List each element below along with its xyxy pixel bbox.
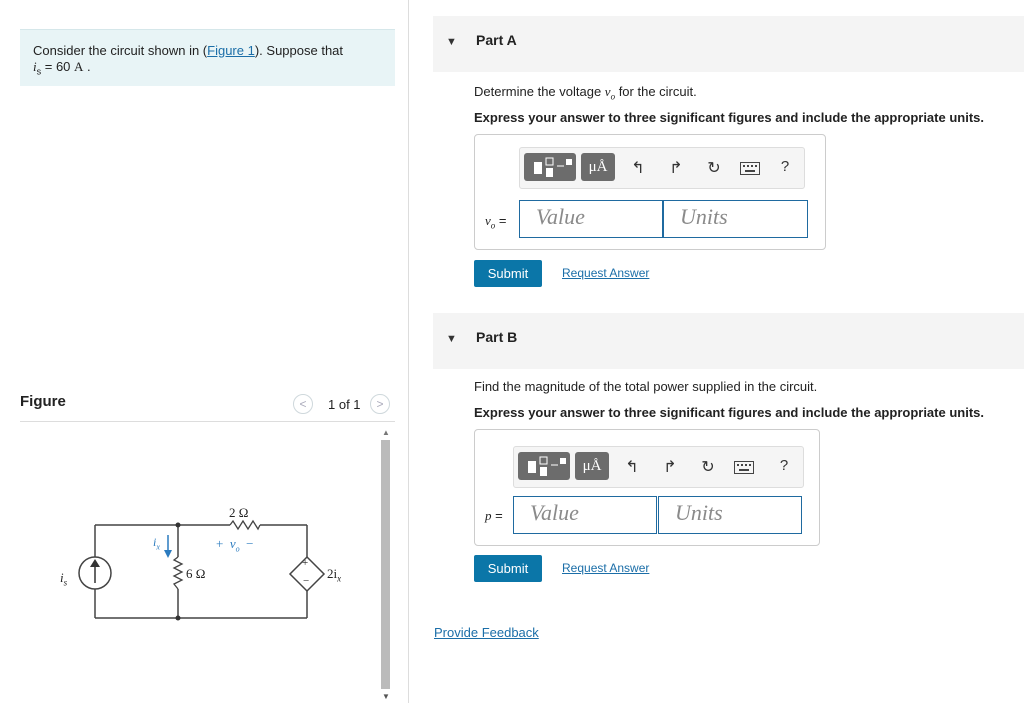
part-b-value-input[interactable]: Value [513,496,657,534]
undo-icon[interactable]: ↰ [622,457,642,477]
prev-figure-button[interactable]: < [293,394,313,414]
part-a-submit-button[interactable]: Submit [474,260,542,287]
r-top-label: 2 Ω [229,505,249,520]
part-a-title: Part A [476,32,517,48]
source-label: is [60,570,68,588]
dep-plus-label: + [302,557,309,569]
part-a-answer-box: μÅ ↰ ↱ ↻ ? vo = Value Units [474,134,826,250]
template-icon[interactable] [524,153,576,181]
part-b-title: Part B [476,329,518,345]
undo-icon[interactable]: ↰ [628,158,648,178]
scroll-up-icon[interactable]: ▲ [382,428,390,437]
ix-arrow-icon [164,535,172,558]
scroll-down-icon[interactable]: ▼ [382,692,390,701]
mu-angstrom-icon[interactable]: μÅ [581,153,615,181]
chevron-right-icon: > [376,397,384,411]
part-b-toolbar: μÅ ↰ ↱ ↻ ? [513,446,804,488]
expand-triangle-icon: ▼ [446,333,457,345]
problem-statement: Consider the circuit shown in (Figure 1)… [20,29,395,86]
part-a-request-answer-link[interactable]: Request Answer [562,266,649,280]
reset-icon[interactable]: ↻ [704,158,724,178]
part-b-var-label: p = [485,508,503,523]
part-b-submit-button[interactable]: Submit [474,555,542,582]
dep-minus-label: − [303,575,310,587]
resistor-6ohm [172,556,184,590]
dep-source-label: 2ix [327,566,342,584]
problem-text: Consider the circuit shown in (Figure 1)… [33,43,344,58]
part-b-units-input[interactable]: Units [658,496,802,534]
part-a-var-label: vo = [485,213,507,231]
template-icon[interactable] [518,452,570,480]
part-b-instruction: Express your answer to three significant… [474,405,984,420]
scrollbar-thumb[interactable] [381,440,390,689]
part-b-answer-box: μÅ ↰ ↱ ↻ ? p = Value Units [474,429,820,546]
part-a-question: Determine the voltage vo for the circuit… [474,84,697,102]
keyboard-icon[interactable] [734,461,754,477]
reset-icon[interactable]: ↻ [698,457,718,477]
vo-label: + vo − [216,536,254,554]
part-a-header[interactable]: ▼ Part A [433,16,1024,72]
figure-heading: Figure [20,393,66,410]
keyboard-icon[interactable] [740,162,760,178]
chevron-left-icon: < [299,397,307,411]
part-a-toolbar: μÅ ↰ ↱ ↻ ? [519,147,805,189]
figure-divider [20,421,395,422]
part-a-value-input[interactable]: Value [519,200,663,238]
r-mid-label: 6 Ω [186,566,206,581]
redo-icon[interactable]: ↱ [666,158,686,178]
current-source-is [78,556,112,590]
part-b-question: Find the magnitude of the total power su… [474,379,818,394]
redo-icon[interactable]: ↱ [660,457,680,477]
problem-given: is = 60 A . [33,59,91,77]
next-figure-button[interactable]: > [370,394,390,414]
circuit-diagram [78,519,326,621]
provide-feedback-link[interactable]: Provide Feedback [434,625,539,640]
column-divider [408,0,409,703]
mu-angstrom-icon[interactable]: μÅ [575,452,609,480]
figure-link[interactable]: Figure 1 [207,43,255,58]
part-a-units-input[interactable]: Units [663,200,808,238]
help-icon[interactable]: ? [774,457,794,474]
figure-pager-count: 1 of 1 [328,397,361,412]
help-icon[interactable]: ? [775,158,795,175]
part-a-instruction: Express your answer to three significant… [474,110,984,125]
resistor-2ohm [229,519,261,531]
expand-triangle-icon: ▼ [446,36,457,48]
part-b-header[interactable]: ▼ Part B [433,313,1024,369]
part-b-request-answer-link[interactable]: Request Answer [562,561,649,575]
ix-label: ix [153,535,160,552]
